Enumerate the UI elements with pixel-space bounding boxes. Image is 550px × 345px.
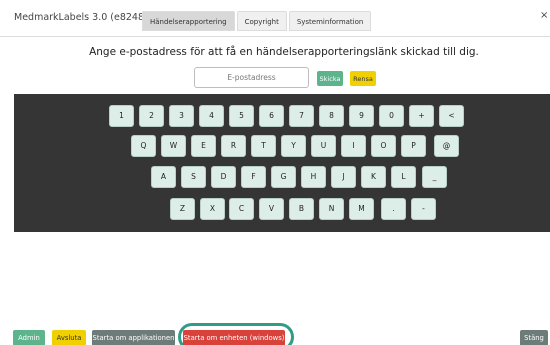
key-f[interactable]: F (241, 166, 266, 188)
key-period[interactable]: . (381, 198, 406, 220)
key-c[interactable]: C (229, 198, 254, 220)
tab-bar: Händelserapportering Copyright Systeminf… (142, 11, 373, 31)
tab-event-reporting[interactable]: Händelserapportering (142, 11, 235, 31)
key-r[interactable]: R (221, 135, 246, 157)
key-p[interactable]: P (401, 135, 426, 157)
restart-app-button[interactable]: Starta om applikationen (92, 330, 175, 345)
on-screen-keyboard: 1 2 3 4 5 6 7 8 9 0 + < Q W E R T Y U I … (14, 94, 550, 232)
email-input[interactable] (194, 67, 309, 88)
key-2[interactable]: 2 (139, 105, 164, 127)
key-g[interactable]: G (271, 166, 296, 188)
key-b[interactable]: B (289, 198, 314, 220)
key-backspace[interactable]: < (439, 105, 464, 127)
restart-device-button[interactable]: Starta om enheten (windows) (183, 330, 285, 345)
key-m[interactable]: M (349, 198, 374, 220)
key-7[interactable]: 7 (289, 105, 314, 127)
key-h[interactable]: H (301, 166, 326, 188)
admin-button[interactable]: Admin (13, 330, 45, 345)
key-underscore[interactable]: _ (422, 166, 447, 188)
key-y[interactable]: Y (281, 135, 306, 157)
close-button[interactable]: Stäng (520, 330, 548, 345)
key-v[interactable]: V (259, 198, 284, 220)
key-o[interactable]: O (371, 135, 396, 157)
key-z[interactable]: Z (170, 198, 195, 220)
key-at[interactable]: @ (434, 135, 459, 157)
app-window: MedmarkLabels 3.0 (e82480d3) Händelserap… (0, 0, 550, 345)
key-6[interactable]: 6 (259, 105, 284, 127)
key-d[interactable]: D (211, 166, 236, 188)
key-x[interactable]: X (200, 198, 225, 220)
key-w[interactable]: W (161, 135, 186, 157)
header-bar: MedmarkLabels 3.0 (e82480d3) Händelserap… (0, 0, 550, 37)
tab-system-info[interactable]: Systeminformation (288, 11, 372, 31)
tab-copyright[interactable]: Copyright (236, 11, 287, 31)
key-j[interactable]: J (331, 166, 356, 188)
key-k[interactable]: K (361, 166, 386, 188)
clear-button[interactable]: Rensa (350, 71, 376, 86)
key-5[interactable]: 5 (229, 105, 254, 127)
key-e[interactable]: E (191, 135, 216, 157)
key-9[interactable]: 9 (349, 105, 374, 127)
key-u[interactable]: U (311, 135, 336, 157)
key-i[interactable]: I (341, 135, 366, 157)
instruction-text: Ange e-postadress för att få en händelse… (89, 46, 479, 58)
close-icon[interactable]: × (540, 10, 548, 21)
send-button[interactable]: Skicka (317, 71, 343, 86)
key-8[interactable]: 8 (319, 105, 344, 127)
key-s[interactable]: S (181, 166, 206, 188)
key-1[interactable]: 1 (109, 105, 134, 127)
key-n[interactable]: N (319, 198, 344, 220)
key-plus[interactable]: + (409, 105, 434, 127)
key-hyphen[interactable]: - (411, 198, 436, 220)
key-4[interactable]: 4 (199, 105, 224, 127)
key-l[interactable]: L (391, 166, 416, 188)
key-t[interactable]: T (251, 135, 276, 157)
quit-button[interactable]: Avsluta (52, 330, 86, 345)
key-q[interactable]: Q (131, 135, 156, 157)
key-0[interactable]: 0 (379, 105, 404, 127)
key-3[interactable]: 3 (169, 105, 194, 127)
key-a[interactable]: A (151, 166, 176, 188)
